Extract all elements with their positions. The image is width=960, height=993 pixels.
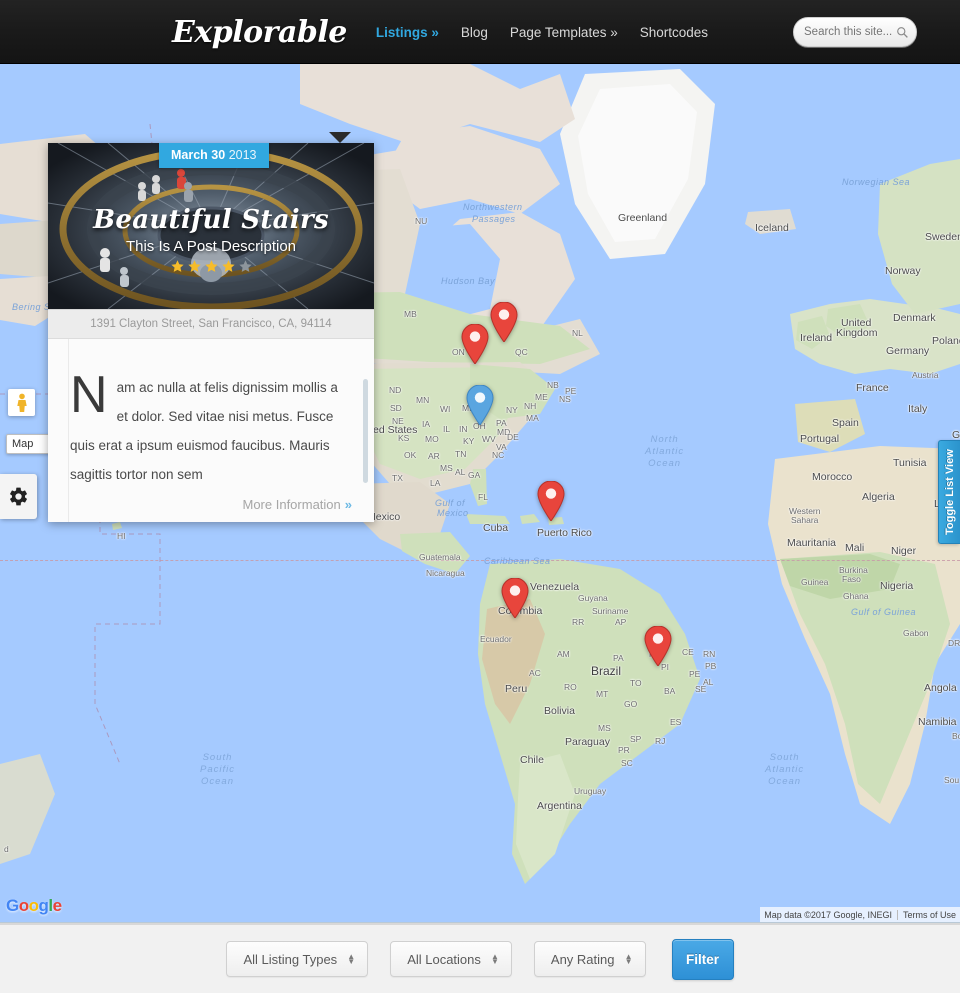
info-window-pointer [329, 132, 351, 143]
nav-item-listings[interactable]: Listings » [365, 19, 450, 46]
listing-date-year: 2013 [229, 148, 257, 162]
stepper-arrows-icon: ▲▼ [491, 954, 499, 964]
stepper-arrows-icon: ▲▼ [347, 954, 355, 964]
listing-info-window[interactable]: March 30 2013 Beautiful Stairs This Is A… [48, 143, 374, 522]
marker-new-york[interactable] [490, 302, 518, 342]
listing-date-day: March 30 [171, 148, 225, 162]
listing-body: Nam ac nulla at felis dignissim mollis a… [48, 339, 374, 522]
more-information-chevron: » [345, 497, 352, 512]
listing-types-value: All Listing Types [243, 952, 337, 967]
toggle-list-view-label: Toggle List View [939, 441, 960, 543]
star-icon [187, 259, 202, 274]
site-header: Explorable Listings » Blog Page Template… [0, 0, 960, 64]
map-pin-icon [537, 481, 565, 521]
map-data-text: Map data ©2017 Google, INEGI [764, 910, 892, 920]
pegman-icon [14, 393, 30, 413]
gear-icon [8, 486, 29, 507]
marker-brazil[interactable] [644, 626, 672, 666]
nav-item-page-templates[interactable]: Page Templates » [499, 19, 629, 46]
listing-excerpt: Nam ac nulla at felis dignissim mollis a… [70, 373, 352, 489]
marker-ohio[interactable] [461, 324, 489, 364]
star-icon [170, 259, 185, 274]
listing-address: 1391 Clayton Street, San Francisco, CA, … [48, 309, 374, 339]
nav-item-shortcodes[interactable]: Shortcodes [629, 19, 719, 46]
attribution-divider [897, 910, 898, 920]
map-attribution: Map data ©2017 Google, INEGI Terms of Us… [760, 907, 960, 922]
listing-hero-text: Beautiful Stairs This Is A Post Descript… [48, 205, 374, 274]
listing-types-select[interactable]: All Listing Types ▲▼ [226, 941, 368, 977]
terms-of-use-link[interactable]: Terms of Use [903, 910, 956, 920]
equator-line [0, 560, 960, 561]
google-logo: Google [6, 896, 62, 916]
search-input[interactable] [804, 26, 896, 38]
rating-select[interactable]: Any Rating ▲▼ [534, 941, 646, 977]
map-pin-icon [490, 302, 518, 342]
more-information-label: More Information [243, 497, 341, 512]
search-box[interactable] [793, 17, 917, 47]
stepper-arrows-icon: ▲▼ [625, 954, 633, 964]
listing-date-badge: March 30 2013 [159, 143, 269, 168]
more-information-link[interactable]: More Information » [70, 497, 352, 512]
map-type-label: Map [12, 438, 33, 450]
main-nav: Listings » Blog Page Templates » Shortco… [365, 19, 719, 46]
search-icon [896, 26, 909, 39]
rating-value: Any Rating [551, 952, 615, 967]
listing-filter-bar: All Listing Types ▲▼ All Locations ▲▼ An… [0, 922, 960, 993]
star-icon [204, 259, 219, 274]
toggle-list-view-button[interactable]: Toggle List View [938, 440, 960, 544]
marker-peru[interactable] [501, 578, 529, 618]
listing-title[interactable]: Beautiful Stairs [48, 205, 374, 235]
map-pin-icon [644, 626, 672, 666]
listing-rating-stars [48, 259, 374, 274]
listing-dropcap: N [70, 373, 117, 417]
map-pin-icon [461, 324, 489, 364]
map-pin-icon [466, 385, 494, 425]
map-canvas[interactable]: Norwegian SeaGreenlandIcelandSwedenNorwa… [0, 64, 960, 922]
star-icon [221, 259, 236, 274]
info-window-hero: March 30 2013 Beautiful Stairs This Is A… [48, 143, 374, 309]
map-pin-icon [501, 578, 529, 618]
listing-body-scrollbar[interactable] [363, 379, 368, 483]
street-view-pegman[interactable] [8, 389, 35, 416]
marker-florida[interactable] [466, 385, 494, 425]
listing-subtitle: This Is A Post Description [48, 238, 374, 255]
filter-button[interactable]: Filter [672, 939, 734, 980]
star-icon [238, 259, 253, 274]
page-root: Explorable Listings » Blog Page Template… [0, 0, 960, 993]
site-logo[interactable]: Explorable [172, 15, 347, 50]
nav-item-blog[interactable]: Blog [450, 19, 499, 46]
locations-value: All Locations [407, 952, 481, 967]
marker-venezuela[interactable] [537, 481, 565, 521]
site-search [793, 17, 917, 47]
map-settings-button[interactable] [0, 474, 37, 519]
locations-select[interactable]: All Locations ▲▼ [390, 941, 512, 977]
